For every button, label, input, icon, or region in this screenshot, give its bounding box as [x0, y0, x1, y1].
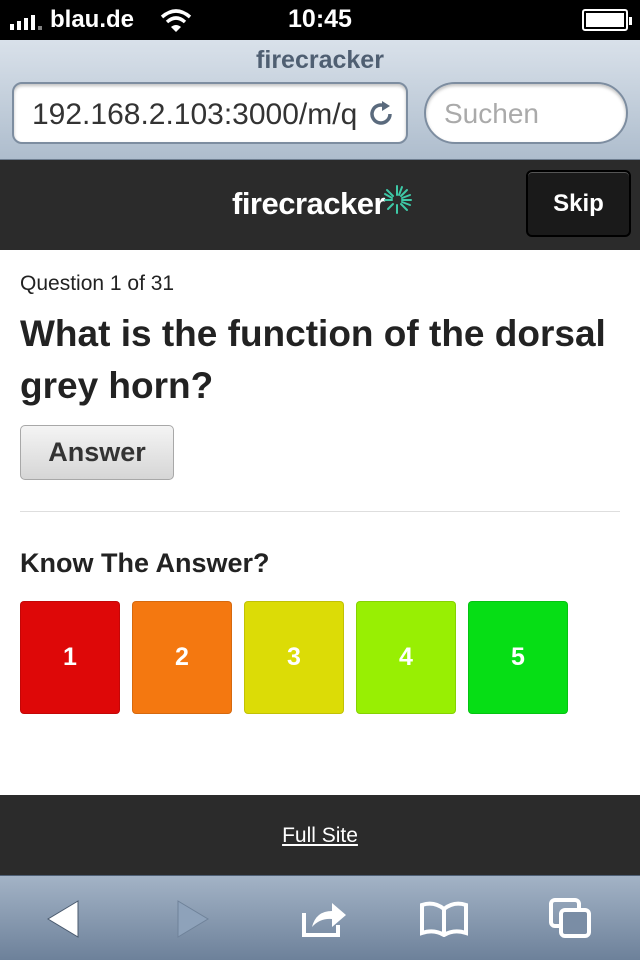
share-icon[interactable] — [294, 894, 354, 944]
rating-button-1[interactable]: 1 — [20, 601, 120, 714]
forward-icon[interactable] — [162, 894, 222, 944]
search-input[interactable] — [444, 96, 614, 132]
tabs-icon[interactable] — [540, 894, 600, 944]
browser-toolbar — [0, 875, 640, 960]
skip-button[interactable]: Skip — [526, 170, 631, 237]
logo-text: firecracker — [232, 186, 386, 221]
url-bar[interactable]: 192.168.2.103:3000/m/q — [12, 82, 408, 144]
rating-button-2[interactable]: 2 — [132, 601, 232, 714]
question-card: Question 1 of 31 What is the function of… — [0, 250, 640, 795]
question-text: What is the function of the dorsal grey … — [20, 313, 606, 406]
page-title: firecracker — [256, 46, 384, 74]
rating-button-4[interactable]: 4 — [356, 601, 456, 714]
browser-top-bar: firecracker 192.168.2.103:3000/m/q — [0, 40, 640, 160]
search-field[interactable] — [424, 82, 628, 144]
battery-icon — [582, 9, 632, 31]
rating-button-5[interactable]: 5 — [468, 601, 568, 714]
rating-heading: Know The Answer? — [20, 548, 270, 578]
back-icon[interactable] — [34, 894, 94, 944]
footer: Full Site — [0, 795, 640, 875]
firecracker-logo[interactable]: firecracker — [232, 182, 413, 226]
status-bar: blau.de 10:45 — [0, 0, 640, 40]
clock: 10:45 — [288, 5, 352, 33]
full-site-link[interactable]: Full Site — [0, 824, 640, 848]
divider — [20, 511, 620, 512]
rating-button-3[interactable]: 3 — [244, 601, 344, 714]
question-counter: Question 1 of 31 — [20, 272, 175, 295]
bookmarks-icon[interactable] — [414, 894, 474, 944]
reload-icon[interactable] — [366, 99, 396, 129]
url-text[interactable]: 192.168.2.103:3000/m/q — [32, 98, 362, 132]
answer-button[interactable]: Answer — [20, 425, 174, 480]
spark-icon — [384, 185, 413, 214]
